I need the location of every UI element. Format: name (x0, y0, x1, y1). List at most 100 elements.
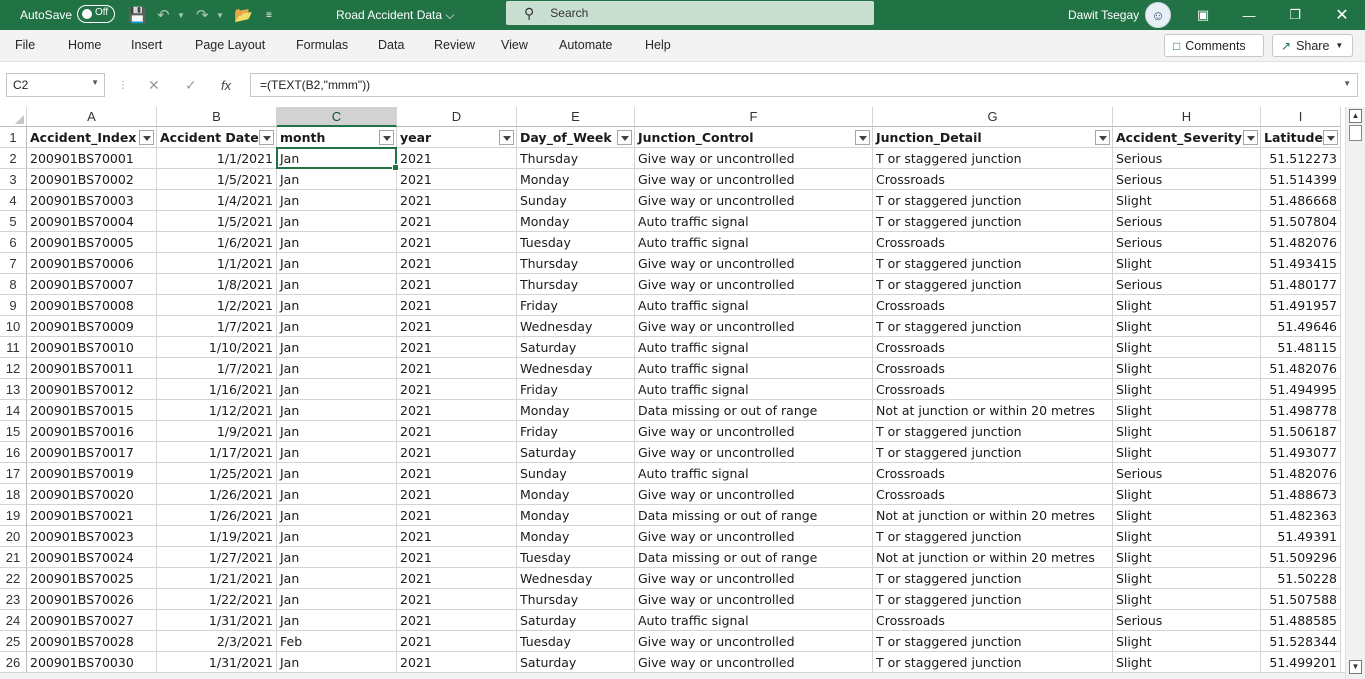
table-cell[interactable]: Slight (1113, 652, 1261, 673)
comments-button[interactable]: □ Comments (1164, 34, 1264, 57)
table-cell[interactable]: Jan (277, 295, 397, 316)
row-header[interactable]: 23 (0, 589, 27, 610)
table-cell[interactable]: Not at junction or within 20 metres (873, 505, 1113, 526)
table-cell[interactable]: 2021 (397, 211, 517, 232)
column-header-a[interactable]: A (27, 107, 157, 127)
customize-quick-access-icon[interactable]: ≡ (266, 0, 272, 30)
table-cell[interactable]: 2021 (397, 547, 517, 568)
table-cell[interactable]: 2021 (397, 232, 517, 253)
table-cell[interactable]: Give way or uncontrolled (635, 148, 873, 169)
table-cell[interactable]: 2021 (397, 295, 517, 316)
table-cell[interactable]: 1/1/2021 (157, 253, 277, 274)
table-cell[interactable]: Thursday (517, 148, 635, 169)
table-cell[interactable]: Wednesday (517, 358, 635, 379)
filter-dropdown-icon[interactable] (499, 130, 514, 145)
column-header-g[interactable]: G (873, 107, 1113, 127)
table-cell[interactable]: T or staggered junction (873, 526, 1113, 547)
table-cell[interactable]: Wednesday (517, 316, 635, 337)
table-cell[interactable]: T or staggered junction (873, 631, 1113, 652)
table-cell[interactable]: 200901BS70028 (27, 631, 157, 652)
table-cell[interactable]: Crossroads (873, 610, 1113, 631)
table-cell[interactable]: Data missing or out of range (635, 547, 873, 568)
table-cell[interactable]: Monday (517, 484, 635, 505)
undo-icon[interactable]: ↶ (157, 0, 170, 30)
table-cell[interactable]: Monday (517, 505, 635, 526)
table-cell[interactable]: Auto traffic signal (635, 463, 873, 484)
select-all-corner[interactable] (0, 107, 27, 127)
table-cell[interactable]: Give way or uncontrolled (635, 274, 873, 295)
table-cell[interactable]: Auto traffic signal (635, 337, 873, 358)
table-cell[interactable]: 2021 (397, 589, 517, 610)
filter-dropdown-icon[interactable] (855, 130, 870, 145)
table-cell[interactable]: 51.482076 (1261, 463, 1341, 484)
table-cell[interactable]: 1/26/2021 (157, 484, 277, 505)
table-cell[interactable]: Jan (277, 484, 397, 505)
scroll-up-icon[interactable]: ▲ (1349, 109, 1362, 123)
table-cell[interactable]: 200901BS70008 (27, 295, 157, 316)
table-cell[interactable]: Tuesday (517, 232, 635, 253)
filter-dropdown-icon[interactable] (617, 130, 632, 145)
row-header[interactable]: 9 (0, 295, 27, 316)
table-cell[interactable]: 200901BS70016 (27, 421, 157, 442)
table-cell[interactable]: Slight (1113, 337, 1261, 358)
table-cell[interactable]: 51.491957 (1261, 295, 1341, 316)
table-cell[interactable]: 2021 (397, 169, 517, 190)
table-cell[interactable]: 2/3/2021 (157, 631, 277, 652)
table-cell[interactable]: Jan (277, 337, 397, 358)
column-title-cell[interactable]: Junction_Detail (873, 127, 1113, 148)
table-cell[interactable]: Jan (277, 610, 397, 631)
row-header[interactable]: 3 (0, 169, 27, 190)
table-cell[interactable]: Jan (277, 568, 397, 589)
table-cell[interactable]: Tuesday (517, 631, 635, 652)
table-cell[interactable]: Monday (517, 169, 635, 190)
table-cell[interactable]: Monday (517, 400, 635, 421)
table-cell[interactable]: 1/6/2021 (157, 232, 277, 253)
table-cell[interactable]: 51.488585 (1261, 610, 1341, 631)
table-cell[interactable]: 1/16/2021 (157, 379, 277, 400)
filter-dropdown-icon[interactable] (139, 130, 154, 145)
table-cell[interactable]: Crossroads (873, 463, 1113, 484)
filter-dropdown-icon[interactable] (1323, 130, 1338, 145)
table-cell[interactable]: T or staggered junction (873, 190, 1113, 211)
column-header-c[interactable]: C (277, 107, 397, 127)
vertical-scrollbar[interactable]: ▲ ▼ (1345, 107, 1365, 679)
table-cell[interactable]: Crossroads (873, 169, 1113, 190)
table-cell[interactable]: 51.507804 (1261, 211, 1341, 232)
table-cell[interactable]: 51.512273 (1261, 148, 1341, 169)
table-cell[interactable]: T or staggered junction (873, 568, 1113, 589)
table-cell[interactable]: 2021 (397, 526, 517, 547)
row-header[interactable]: 4 (0, 190, 27, 211)
table-cell[interactable]: 200901BS70027 (27, 610, 157, 631)
undo-dropdown-icon[interactable]: ▼ (177, 0, 185, 30)
table-cell[interactable]: Friday (517, 295, 635, 316)
table-cell[interactable]: Jan (277, 505, 397, 526)
table-cell[interactable]: Jan (277, 379, 397, 400)
column-header-f[interactable]: F (635, 107, 873, 127)
table-cell[interactable]: Jan (277, 547, 397, 568)
table-cell[interactable]: Auto traffic signal (635, 610, 873, 631)
table-cell[interactable]: 2021 (397, 463, 517, 484)
table-cell[interactable]: 51.506187 (1261, 421, 1341, 442)
table-cell[interactable]: 200901BS70006 (27, 253, 157, 274)
table-cell[interactable]: 51.480177 (1261, 274, 1341, 295)
row-header[interactable]: 7 (0, 253, 27, 274)
row-header[interactable]: 6 (0, 232, 27, 253)
table-cell[interactable]: Slight (1113, 631, 1261, 652)
row-header[interactable]: 19 (0, 505, 27, 526)
row-header[interactable]: 21 (0, 547, 27, 568)
table-cell[interactable]: 200901BS70004 (27, 211, 157, 232)
table-cell[interactable]: 2021 (397, 274, 517, 295)
table-cell[interactable]: Slight (1113, 568, 1261, 589)
share-button[interactable]: ↗ Share ▼ (1272, 34, 1353, 57)
table-cell[interactable]: Not at junction or within 20 metres (873, 400, 1113, 421)
table-cell[interactable]: 2021 (397, 190, 517, 211)
table-cell[interactable]: Jan (277, 274, 397, 295)
table-cell[interactable]: Slight (1113, 379, 1261, 400)
table-cell[interactable]: T or staggered junction (873, 253, 1113, 274)
table-cell[interactable]: 2021 (397, 505, 517, 526)
table-cell[interactable]: Slight (1113, 421, 1261, 442)
table-cell[interactable]: Give way or uncontrolled (635, 652, 873, 673)
table-cell[interactable]: Slight (1113, 400, 1261, 421)
table-cell[interactable]: Serious (1113, 610, 1261, 631)
table-cell[interactable]: Jan (277, 148, 397, 169)
